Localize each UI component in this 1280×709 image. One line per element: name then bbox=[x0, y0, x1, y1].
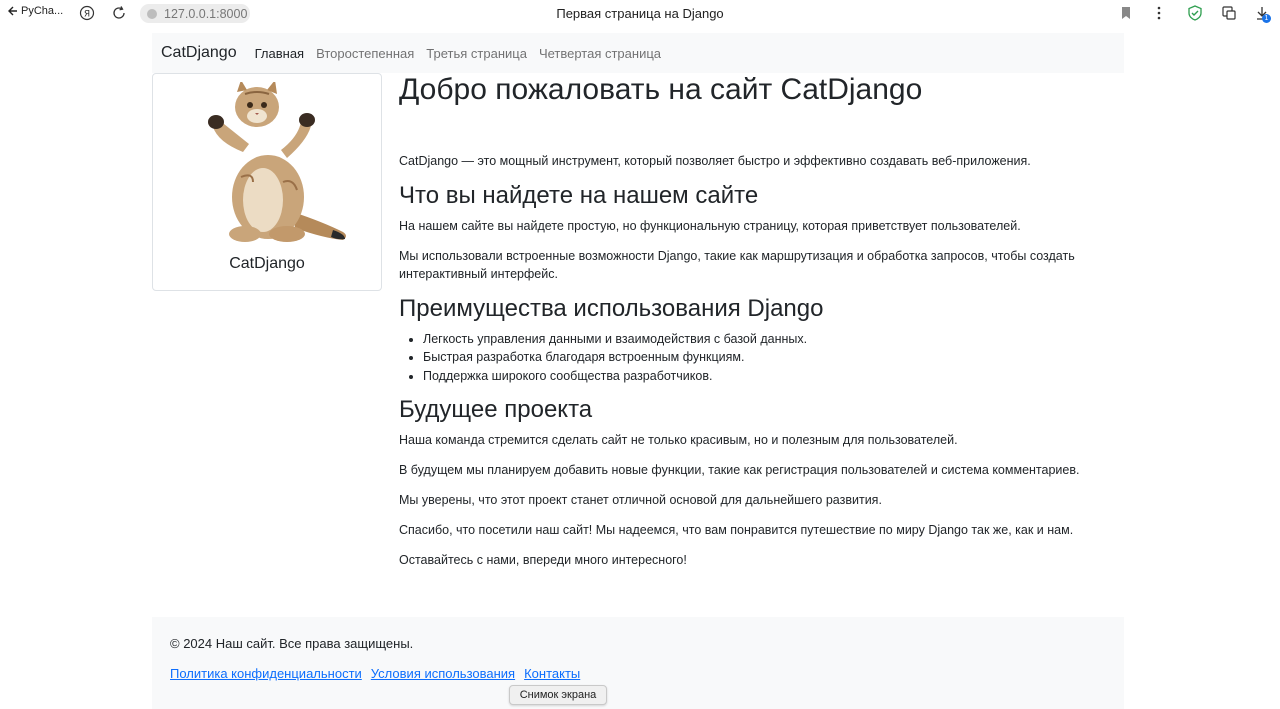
advantages-list: Легкость управления данными и взаимодейс… bbox=[423, 330, 807, 385]
section1-paragraph-1: На нашем сайте вы найдете простую, но фу… bbox=[399, 219, 1021, 233]
address-bar[interactable]: 127.0.0.1:8000 bbox=[140, 4, 250, 23]
protect-shield-icon[interactable] bbox=[1187, 5, 1203, 21]
section3-paragraph-2: В будущем мы планируем добавить новые фу… bbox=[399, 463, 1080, 477]
bookmark-icon[interactable] bbox=[1118, 5, 1134, 21]
section3-paragraph-4: Спасибо, что посетили наш сайт! Мы надее… bbox=[399, 523, 1074, 537]
browser-toolbar: PyCha... Я 127.0.0.1:8000 Первая страниц… bbox=[0, 0, 1280, 27]
footer-link-terms[interactable]: Условия использования bbox=[371, 666, 515, 681]
list-item: Быстрая разработка благодаря встроенным … bbox=[423, 348, 807, 366]
screenshot-tooltip: Снимок экрана bbox=[509, 685, 607, 705]
navbar-brand[interactable]: CatDjango bbox=[161, 44, 237, 62]
site-info-icon[interactable] bbox=[146, 8, 158, 20]
nav-link-fourth-page[interactable]: Четвертая страница bbox=[539, 46, 661, 61]
nav-link-home[interactable]: Главная bbox=[255, 46, 304, 61]
back-label: PyCha... bbox=[21, 5, 64, 17]
nav-link-third-page[interactable]: Третья страница bbox=[426, 46, 527, 61]
nav-link-secondary[interactable]: Второстепенная bbox=[316, 46, 414, 61]
menu-dots-icon[interactable] bbox=[1151, 5, 1167, 21]
cat-image bbox=[208, 82, 346, 242]
download-badge: 1 bbox=[1262, 14, 1271, 23]
url-text: 127.0.0.1:8000 bbox=[164, 6, 248, 21]
downloads-button[interactable]: 1 bbox=[1254, 5, 1272, 23]
list-item: Поддержка широкого сообщества разработчи… bbox=[423, 367, 807, 385]
section3-paragraph-5: Оставайтесь с нами, впереди много интере… bbox=[399, 553, 687, 567]
section3-paragraph-1: Наша команда стремится сделать сайт не т… bbox=[399, 433, 958, 447]
arrow-left-icon bbox=[8, 6, 17, 16]
cat-card: CatDjango bbox=[152, 73, 382, 291]
section-heading-advantages: Преимущества использования Django bbox=[399, 295, 824, 322]
section-heading-find: Что вы найдете на нашем сайте bbox=[399, 182, 759, 209]
svg-text:Я: Я bbox=[84, 10, 90, 20]
footer-links: Политика конфиденциальности Условия испо… bbox=[170, 666, 580, 681]
page-title: Добро пожаловать на сайт CatDjango bbox=[399, 73, 923, 106]
site-footer: © 2024 Наш сайт. Все права защищены. Пол… bbox=[152, 617, 1124, 709]
translate-icon[interactable] bbox=[1221, 5, 1237, 21]
yandex-icon[interactable]: Я bbox=[79, 5, 95, 21]
list-item: Легкость управления данными и взаимодейс… bbox=[423, 330, 807, 348]
footer-link-privacy[interactable]: Политика конфиденциальности bbox=[170, 666, 362, 681]
tab-title: Первая страница на Django bbox=[556, 6, 724, 21]
copyright-text: © 2024 Наш сайт. Все права защищены. bbox=[170, 636, 414, 651]
reload-icon[interactable] bbox=[111, 5, 127, 21]
section3-paragraph-3: Мы уверены, что этот проект станет отлич… bbox=[399, 493, 882, 507]
footer-link-contacts[interactable]: Контакты bbox=[524, 666, 580, 681]
back-button[interactable]: PyCha... bbox=[6, 5, 63, 17]
card-title: CatDjango bbox=[229, 255, 305, 272]
section-heading-future: Будущее проекта bbox=[399, 396, 593, 423]
intro-paragraph: CatDjango — это мощный инструмент, котор… bbox=[399, 154, 1031, 168]
site-navbar: CatDjango Главная Второстепенная Третья … bbox=[152, 33, 1124, 73]
section1-paragraph-2: Мы использовали встроенные возможности D… bbox=[399, 249, 1075, 281]
